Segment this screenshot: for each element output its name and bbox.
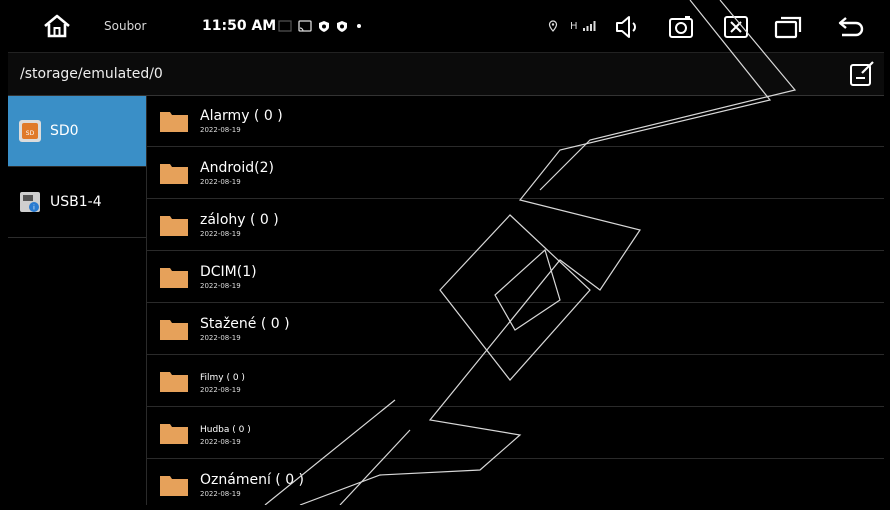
app-title: Soubor	[104, 19, 147, 33]
file-date: 2022-08-19	[200, 178, 241, 186]
sd-card-icon: SD	[19, 120, 41, 142]
back-button[interactable]	[836, 12, 866, 42]
recent-apps-icon	[774, 16, 802, 39]
shield-icon	[319, 20, 329, 32]
file-date: 2022-08-19	[200, 438, 241, 446]
cast-icon	[298, 20, 312, 32]
list-item[interactable]: Alarmy ( 0 ) 2022-08-19	[146, 96, 884, 147]
home-button[interactable]	[42, 0, 72, 52]
file-date: 2022-08-19	[200, 126, 241, 134]
list-item[interactable]: Filmy ( 0 ) 2022-08-19	[146, 356, 884, 407]
home-icon	[44, 14, 70, 38]
back-icon	[838, 17, 864, 37]
file-name: zálohy ( 0 )	[200, 212, 279, 228]
close-icon	[724, 16, 748, 38]
file-name: Android(2)	[200, 160, 274, 176]
file-name: DCIM(1)	[200, 264, 257, 280]
list-item[interactable]: Hudba ( 0 ) 2022-08-19	[146, 408, 884, 459]
speaker-icon	[616, 16, 636, 38]
edit-icon	[850, 61, 874, 86]
storage-sidebar: SD SD0 i USB1-4	[8, 96, 147, 505]
notification-icons	[278, 0, 364, 52]
camera-icon	[669, 16, 693, 38]
folder-icon	[160, 370, 188, 392]
usb-drive-icon: i	[20, 192, 40, 212]
system-icons: H	[548, 0, 596, 52]
edit-button[interactable]	[848, 60, 876, 88]
list-item[interactable]: DCIM(1) 2022-08-19	[146, 252, 884, 303]
svg-text:SD: SD	[26, 130, 35, 137]
dot-icon	[357, 24, 361, 28]
sidebar-item-usb[interactable]: i USB1-4	[8, 167, 146, 238]
file-name: Stažené ( 0 )	[200, 316, 290, 332]
list-item[interactable]: Stažené ( 0 ) 2022-08-19	[146, 304, 884, 355]
gallery-icon	[278, 20, 292, 32]
folder-icon	[160, 266, 188, 288]
clock: 11:50 AM	[202, 18, 277, 34]
list-item[interactable]: Android(2) 2022-08-19	[146, 148, 884, 199]
folder-icon	[160, 214, 188, 236]
current-path: /storage/emulated/0	[20, 66, 163, 82]
folder-icon	[160, 110, 188, 132]
folder-icon	[160, 422, 188, 444]
file-name: Filmy ( 0 )	[200, 373, 245, 383]
list-item[interactable]: Oznámení ( 0 ) 2022-08-19	[146, 460, 884, 510]
folder-icon	[160, 474, 188, 496]
sidebar-item-label: SD0	[50, 123, 79, 139]
screenshot-button[interactable]	[666, 12, 696, 42]
file-date: 2022-08-19	[200, 334, 241, 342]
file-date: 2022-08-19	[200, 386, 241, 394]
file-list: Alarmy ( 0 ) 2022-08-19 Android(2) 2022-…	[146, 96, 884, 505]
folder-icon	[160, 318, 188, 340]
recent-apps-button[interactable]	[773, 12, 803, 42]
sidebar-item-sd0[interactable]: SD SD0	[8, 96, 146, 167]
network-type: H	[570, 20, 578, 32]
file-name: Hudba ( 0 )	[200, 425, 251, 435]
shield-icon	[337, 20, 347, 32]
volume-button[interactable]	[613, 12, 643, 42]
file-name: Alarmy ( 0 )	[200, 108, 283, 124]
list-item[interactable]: zálohy ( 0 ) 2022-08-19	[146, 200, 884, 251]
file-date: 2022-08-19	[200, 230, 241, 238]
file-date: 2022-08-19	[200, 490, 241, 498]
file-name: Oznámení ( 0 )	[200, 472, 305, 488]
close-app-button[interactable]	[721, 12, 751, 42]
folder-icon	[160, 162, 188, 184]
status-bar: Soubor 11:50 AM H	[0, 0, 890, 52]
location-icon	[548, 20, 558, 32]
sidebar-item-label: USB1-4	[50, 194, 102, 210]
file-date: 2022-08-19	[200, 282, 241, 290]
signal-icon	[582, 21, 596, 31]
path-bar: /storage/emulated/0	[8, 52, 884, 96]
